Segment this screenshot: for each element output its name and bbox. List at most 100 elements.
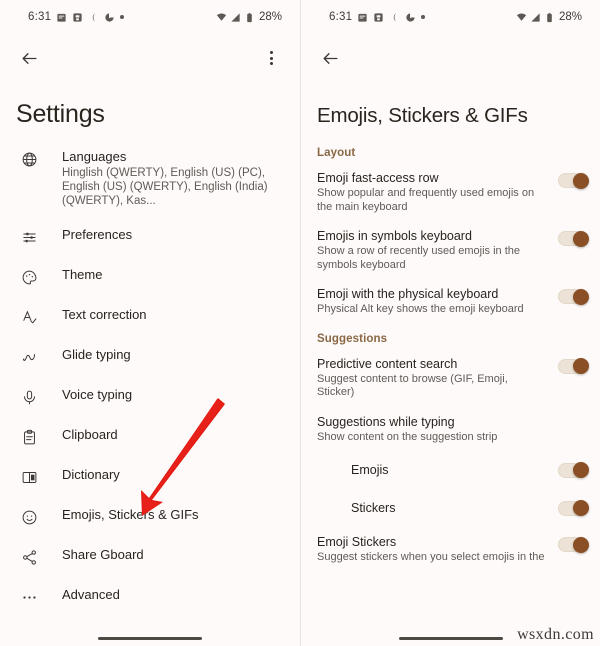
sidebar-item-label: Advanced: [62, 587, 120, 602]
battery-percent: 28%: [558, 11, 582, 23]
sidebar-item-text: Glide typing: [62, 347, 131, 363]
sidebar-item-glide-typing[interactable]: Glide typing: [0, 338, 300, 378]
status-bar-right: 6:31 28%: [301, 0, 600, 34]
pref-sublabel: Show content on the suggestion strip: [317, 430, 498, 443]
pref-text: Suggestions while typing Show content on…: [317, 414, 588, 445]
pref-sublabel: Suggest content to browse (GIF, Emoji, S…: [317, 372, 508, 399]
toggle-switch[interactable]: [558, 500, 589, 516]
pref-text: Predictive content search Suggest conten…: [317, 356, 558, 400]
pref-emojis[interactable]: Emojis: [301, 451, 600, 489]
pref-sublabel: Physical Alt key shows the emoji keyboar…: [317, 303, 524, 315]
sidebar-item-text: Voice typing: [62, 387, 132, 403]
sidebar-item-share-gboard[interactable]: Share Gboard: [0, 538, 300, 578]
section-header-suggestions: Suggestions: [317, 332, 388, 345]
sidebar-item-clipboard[interactable]: Clipboard: [0, 418, 300, 458]
wifi-icon: [216, 12, 227, 21]
sidebar-item-text: Languages Hinglish (QWERTY), English (US…: [62, 149, 284, 208]
more-icon: [16, 589, 42, 606]
pref-label: Emoji Stickers: [317, 535, 397, 549]
glide-icon: [16, 349, 42, 366]
data-saver-icon: [406, 12, 415, 22]
sidebar-item-text: Dictionary: [62, 467, 120, 483]
pref-label: Emojis: [351, 463, 389, 477]
battery-percent: 28%: [258, 11, 282, 23]
save-icon: [73, 12, 82, 22]
sidebar-item-voice-typing[interactable]: Voice typing: [0, 378, 300, 418]
gesture-nav-bar[interactable]: [0, 637, 300, 640]
section-header-layout: Layout: [317, 147, 356, 159]
pref-text: Emoji fast-access row Show popular and f…: [317, 170, 558, 214]
emoji-icon: [16, 509, 42, 526]
signal-icon: [531, 12, 540, 22]
pref-emoji-stickers[interactable]: Emoji Stickers Suggest stickers when you…: [301, 527, 600, 572]
calendar-icon: [358, 13, 367, 22]
sidebar-item-text: Text correction: [62, 307, 147, 323]
pref-sublabel: Show a row of recently used emojis in th…: [317, 245, 520, 271]
microphone-icon: [16, 389, 42, 406]
share-icon: [16, 549, 42, 566]
status-bar-left: 6:31 28%: [0, 0, 300, 34]
toggle-switch[interactable]: [558, 172, 589, 189]
pref-text: Emojis: [351, 462, 558, 478]
pref-text: Stickers: [351, 500, 558, 516]
pref-text: Emoji with the physical keyboard Physica…: [317, 286, 558, 317]
sidebar-item-label: Glide typing: [62, 347, 131, 362]
sliders-icon: [16, 229, 42, 246]
sidebar-item-preferences[interactable]: Preferences: [0, 218, 300, 258]
pref-predictive-content-search[interactable]: Predictive content search Suggest conten…: [301, 349, 600, 407]
sidebar-item-dictionary[interactable]: Dictionary: [0, 458, 300, 498]
moon-icon: [92, 12, 96, 22]
signal-icon: [231, 12, 240, 22]
arrow-back-icon: [322, 52, 338, 64]
save-icon: [374, 12, 383, 22]
app-bar-right: [301, 34, 600, 82]
page-title: Emojis, Stickers & GIFs: [317, 104, 528, 127]
sidebar-item-advanced[interactable]: Advanced: [0, 578, 300, 618]
toggle-switch[interactable]: [558, 462, 589, 478]
toggle-switch[interactable]: [558, 536, 589, 553]
kebab-icon: [269, 51, 273, 65]
pref-emoji-with-physical-keyboard[interactable]: Emoji with the physical keyboard Physica…: [301, 279, 600, 324]
moon-icon: [393, 12, 397, 22]
toggle-switch[interactable]: [558, 288, 589, 305]
clipboard-icon: [16, 429, 42, 446]
app-bar-left: [0, 34, 300, 82]
sidebar-item-label: Theme: [62, 267, 103, 282]
pref-suggestions-while-typing[interactable]: Suggestions while typing Show content on…: [301, 407, 600, 452]
back-button[interactable]: [313, 41, 347, 75]
sidebar-item-text-correction[interactable]: Text correction: [0, 298, 300, 338]
right-phone-screen: 6:31 28% Emojis, Stickers & GIFs Layout: [300, 0, 600, 646]
sidebar-item-text: Clipboard: [62, 427, 118, 443]
overflow-menu-button[interactable]: [254, 41, 288, 75]
sidebar-item-text: Emojis, Stickers & GIFs: [62, 507, 199, 523]
back-button[interactable]: [12, 41, 46, 75]
pref-stickers[interactable]: Stickers: [301, 489, 600, 527]
sidebar-item-label: Dictionary: [62, 467, 120, 482]
toggle-switch[interactable]: [558, 230, 589, 247]
sidebar-item-languages[interactable]: Languages Hinglish (QWERTY), English (US…: [0, 143, 300, 218]
status-time: 6:31: [329, 11, 353, 23]
sidebar-item-label: Share Gboard: [62, 547, 144, 562]
page-title: Settings: [16, 100, 105, 128]
pref-label: Stickers: [351, 501, 396, 515]
dictionary-icon: [16, 469, 42, 486]
pref-text: Emojis in symbols keyboard Show a row of…: [317, 228, 558, 272]
sidebar-item-label: Emojis, Stickers & GIFs: [62, 507, 199, 522]
status-bar-right-group: 28%: [216, 11, 282, 23]
spellcheck-icon: [16, 309, 42, 326]
battery-icon: [547, 12, 552, 22]
sidebar-item-emojis-stickers-gifs[interactable]: Emojis, Stickers & GIFs: [0, 498, 300, 538]
watermark: wsxdn.com: [517, 626, 594, 643]
sidebar-item-label: Voice typing: [62, 387, 133, 402]
sidebar-item-text: Share Gboard: [62, 547, 144, 563]
pref-emoji-fast-access-row[interactable]: Emoji fast-access row Show popular and f…: [301, 163, 600, 221]
pref-sublabel: Show popular and frequently used emojis …: [317, 187, 535, 213]
sidebar-item-label: Languages: [62, 149, 127, 164]
pref-sublabel: Suggest stickers when you select emojis …: [317, 551, 545, 563]
sidebar-item-label: Preferences: [62, 227, 133, 242]
sidebar-item-theme[interactable]: Theme: [0, 258, 300, 298]
toggle-switch[interactable]: [558, 358, 589, 374]
pref-emojis-in-symbols-keyboard[interactable]: Emojis in symbols keyboard Show a row of…: [301, 221, 600, 279]
status-time: 6:31: [28, 11, 52, 23]
status-bar-right-group: 28%: [516, 11, 582, 23]
